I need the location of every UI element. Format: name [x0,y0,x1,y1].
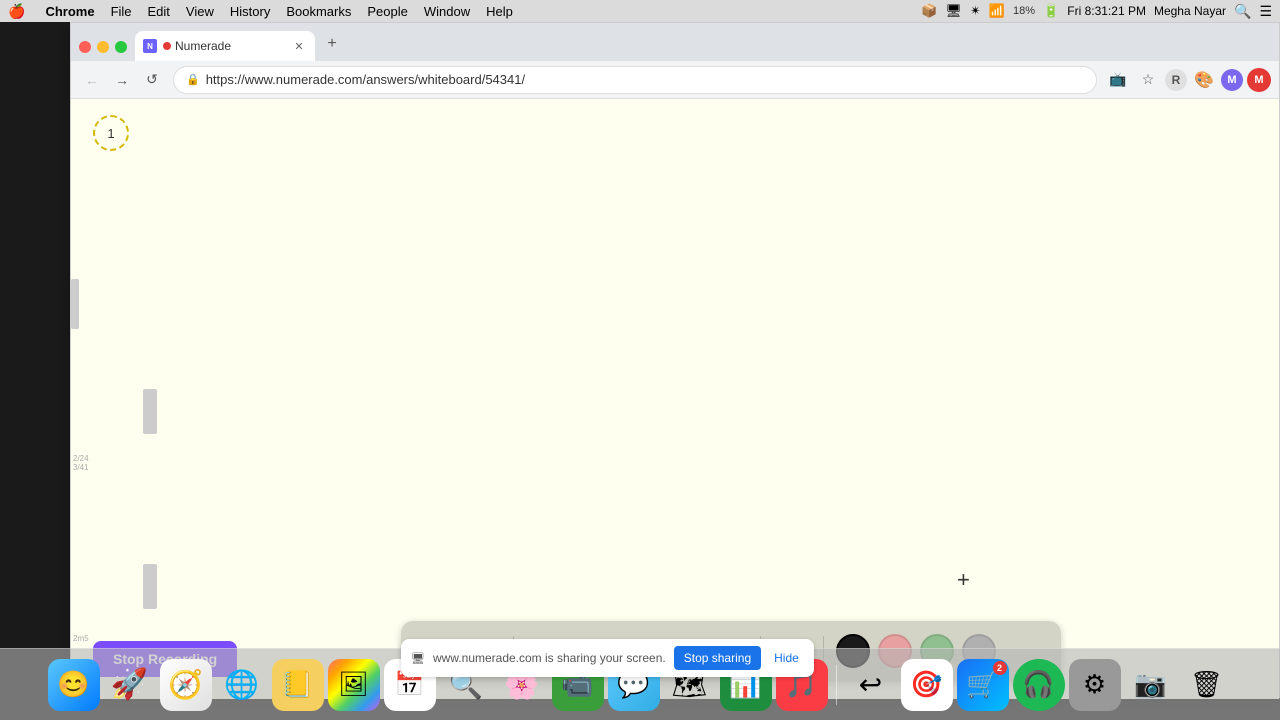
menu-bar: 🍎 Chrome File Edit View History Bookmark… [0,0,1280,22]
sidebar-marker-1 [71,279,79,329]
r-extension-icon[interactable]: R [1165,69,1187,91]
dock-safari[interactable]: 🧭 [160,659,212,711]
window-controls [79,41,127,53]
forward-button[interactable]: → [109,67,135,93]
refresh-button[interactable]: ↺ [139,67,165,93]
page-number: 1 [107,126,114,141]
screen-share-notice: 🖥 www.numerade.com is sharing your scree… [401,639,814,677]
lock-icon: 🔒 [186,73,200,86]
new-tab-button[interactable]: + [319,31,345,57]
menu-view[interactable]: View [178,4,222,19]
user-name: Megha Nayar [1154,4,1226,18]
side-label-1: 2/243/41 [73,454,89,472]
cursor-crosshair: + [957,567,970,593]
chrome-titlebar: N Numerade ✕ + [71,23,1279,61]
address-bar: ← → ↺ 🔒 https://www.numerade.com/answers… [71,61,1279,99]
dock-separator [836,665,837,705]
profile-m-icon[interactable]: M [1221,69,1243,91]
page-indicator: 1 [93,115,129,151]
menu-people[interactable]: People [359,4,415,19]
dock-trash[interactable]: 🗑 [1181,659,1233,711]
menu-bookmarks[interactable]: Bookmarks [278,4,359,19]
menu-history[interactable]: History [222,4,278,19]
dock-undo[interactable]: ↩ [845,659,897,711]
cast-icon[interactable]: 📺 [1105,67,1131,93]
dock-system-prefs[interactable]: ⚙ [1069,659,1121,711]
tab-close-button[interactable]: ✕ [291,38,307,54]
color-extension-icon[interactable]: 🎨 [1191,67,1217,93]
user-profile-icon[interactable]: M [1247,68,1271,92]
url-bar[interactable]: 🔒 https://www.numerade.com/answers/white… [173,66,1097,94]
tab-label: Numerade [175,39,231,53]
stop-sharing-button[interactable]: Stop sharing [674,646,761,670]
menu-help[interactable]: Help [478,4,521,19]
maximize-button[interactable] [115,41,127,53]
dock-finder[interactable]: 😊 [48,659,100,711]
control-center-icon[interactable]: ☰ [1259,3,1272,20]
share-notice-text: www.numerade.com is sharing your screen. [433,651,666,665]
bookmark-icon[interactable]: ☆ [1135,67,1161,93]
dock-launchpad[interactable]: 🚀 [104,659,156,711]
dock-chrome[interactable]: 🌐 [216,659,268,711]
sidebar-handle-1[interactable] [143,389,157,434]
menu-chrome[interactable]: Chrome [37,4,102,19]
menu-window[interactable]: Window [416,4,478,19]
menu-file[interactable]: File [103,4,140,19]
apple-menu[interactable]: 🍎 [8,3,25,20]
wifi-icon: 📶 [989,3,1005,19]
share-notice-icon: 🖥 [411,652,425,665]
url-text: https://www.numerade.com/answers/whitebo… [206,72,525,87]
bluetooth-icon: ✴ [970,3,981,19]
dock-notes[interactable]: 📒 [272,659,324,711]
dock-spotify[interactable]: 🎧 [1013,659,1065,711]
clock: Fri 8:31:21 PM [1067,4,1146,18]
battery-status: 18% [1013,5,1035,17]
dock-app-store[interactable]: 🛒 2 [957,659,1009,711]
menu-edit[interactable]: Edit [140,4,178,19]
tab-bar: N Numerade ✕ + [135,23,1279,61]
appstore-badge: 2 [993,661,1007,675]
tab-recording-dot [163,42,171,50]
search-icon[interactable]: 🔍 [1234,3,1251,20]
browser-toolbar-right: 📺 ☆ R 🎨 M M [1105,67,1271,93]
tab-favicon: N [143,39,157,53]
sidebar-handle-2[interactable] [143,564,157,609]
active-tab[interactable]: N Numerade ✕ [135,31,315,61]
menu-bar-right: 📦 🖥 ✴ 📶 18% 🔋 Fri 8:31:21 PM Megha Nayar… [921,3,1272,20]
left-sidebar [71,279,85,329]
close-button[interactable] [79,41,91,53]
chrome-window: N Numerade ✕ + ← → ↺ 🔒 https://www.numer… [70,22,1280,698]
side-label-2: 2m5 [73,634,89,643]
back-button[interactable]: ← [79,67,105,93]
screen-icon: 🖥 [945,3,962,19]
minimize-button[interactable] [97,41,109,53]
battery-icon: 🔋 [1043,3,1059,19]
dock-keynote[interactable]: 🎯 [901,659,953,711]
whiteboard-content: 1 2/243/41 2m5 + Stop Recording ↩ ↪ ➤ ✏ … [71,99,1279,699]
hide-button[interactable]: Hide [769,646,804,670]
dock-preview2[interactable]: 📷 [1125,659,1177,711]
dock-photos-app[interactable]: 🖼 [328,659,380,711]
dropbox-icon[interactable]: 📦 [921,3,937,19]
